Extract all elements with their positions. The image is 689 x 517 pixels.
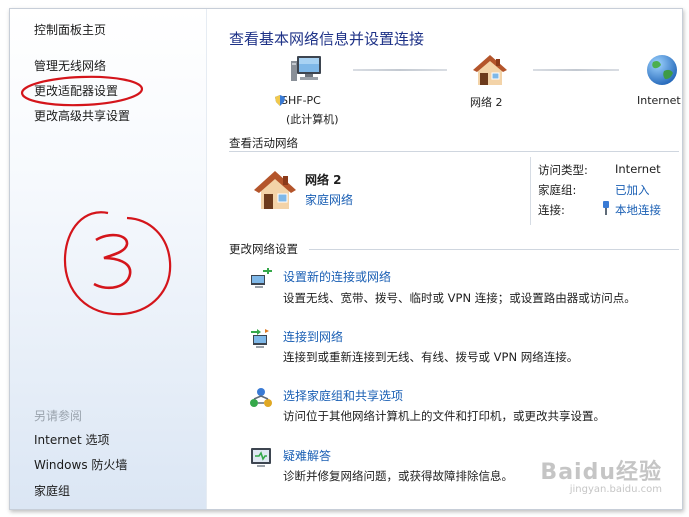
house-icon (254, 171, 296, 209)
sidebar-item-homegroup[interactable]: 家庭组 (34, 482, 70, 499)
computer-name: SHF-PC (281, 94, 321, 107)
task-troubleshoot-desc: 诊断并修复网络问题，或获得故障排除信息。 (283, 469, 513, 483)
homegroup-link[interactable]: 已加入 (615, 182, 650, 198)
homegroup-label: 家庭组: (538, 183, 577, 197)
sidebar-item-internet-options[interactable]: Internet 选项 (34, 431, 109, 448)
ethernet-icon (603, 201, 609, 215)
map-link-line (353, 69, 447, 71)
change-settings-heading: 更改网络设置 (229, 242, 298, 256)
sidebar-item-manage-wireless[interactable]: 管理无线网络 (34, 57, 106, 74)
troubleshoot-icon[interactable] (249, 445, 273, 469)
homegroup-sharing-icon[interactable] (249, 386, 273, 410)
page-title: 查看基本网络信息并设置连接 (229, 30, 425, 48)
active-networks-heading: 查看活动网络 (229, 136, 298, 150)
task-setup-connection-link[interactable]: 设置新的连接或网络 (283, 268, 391, 285)
watermark-logo-text: Baidu经验 (540, 460, 662, 485)
computer-icon[interactable] (289, 53, 325, 89)
main-panel: 查看基本网络信息并设置连接 SHF-PC (此计算机) 网络 2 Interne… (207, 9, 682, 509)
task-homegroup-link[interactable]: 选择家庭组和共享选项 (283, 387, 403, 404)
sidebar-item-advanced-sharing[interactable]: 更改高级共享设置 (34, 107, 130, 124)
house-icon[interactable] (472, 53, 508, 89)
task-connect-network-link[interactable]: 连接到网络 (283, 328, 343, 345)
network-map-label: 网络 2 (470, 96, 503, 109)
task-setup-connection-desc: 设置无线、宽带、拨号、临时或 VPN 连接；或设置路由器或访问点。 (283, 291, 636, 305)
task-troubleshoot-link[interactable]: 疑难解答 (283, 447, 331, 464)
active-network-name: 网络 2 (305, 173, 342, 187)
task-connect-network-desc: 连接到或重新连接到无线、有线、拨号或 VPN 网络连接。 (283, 350, 579, 364)
info-divider (530, 157, 531, 225)
computer-subtitle: (此计算机) (286, 113, 339, 126)
network-type-link[interactable]: 家庭网络 (305, 191, 353, 208)
globe-icon[interactable] (645, 53, 679, 87)
connection-label: 连接: (538, 203, 565, 217)
section-divider (309, 249, 679, 250)
connect-network-icon[interactable] (249, 327, 273, 351)
sidebar-item-windows-firewall[interactable]: Windows 防火墙 (34, 456, 127, 473)
window: 控制面板主页 管理无线网络 更改适配器设置 更改高级共享设置 另请参阅 Inte… (9, 8, 683, 510)
task-homegroup-desc: 访问位于其他网络计算机上的文件和打印机，或更改共享设置。 (283, 409, 605, 423)
internet-map-label: Internet (637, 94, 681, 107)
see-also-heading: 另请参阅 (34, 409, 83, 423)
sidebar: 控制面板主页 管理无线网络 更改适配器设置 更改高级共享设置 另请参阅 Inte… (10, 9, 207, 509)
map-link-line (533, 69, 619, 71)
section-divider (229, 151, 679, 152)
access-type-value: Internet (615, 162, 661, 176)
sidebar-item-change-adapter-settings[interactable]: 更改适配器设置 (34, 82, 118, 99)
sidebar-item-control-panel-home[interactable]: 控制面板主页 (34, 21, 106, 38)
baidu-watermark: Baidu经验 jingyan.baidu.com (540, 454, 662, 495)
connection-link[interactable]: 本地连接 (615, 202, 661, 218)
access-type-label: 访问类型: (538, 163, 588, 177)
new-connection-icon[interactable] (249, 267, 273, 291)
